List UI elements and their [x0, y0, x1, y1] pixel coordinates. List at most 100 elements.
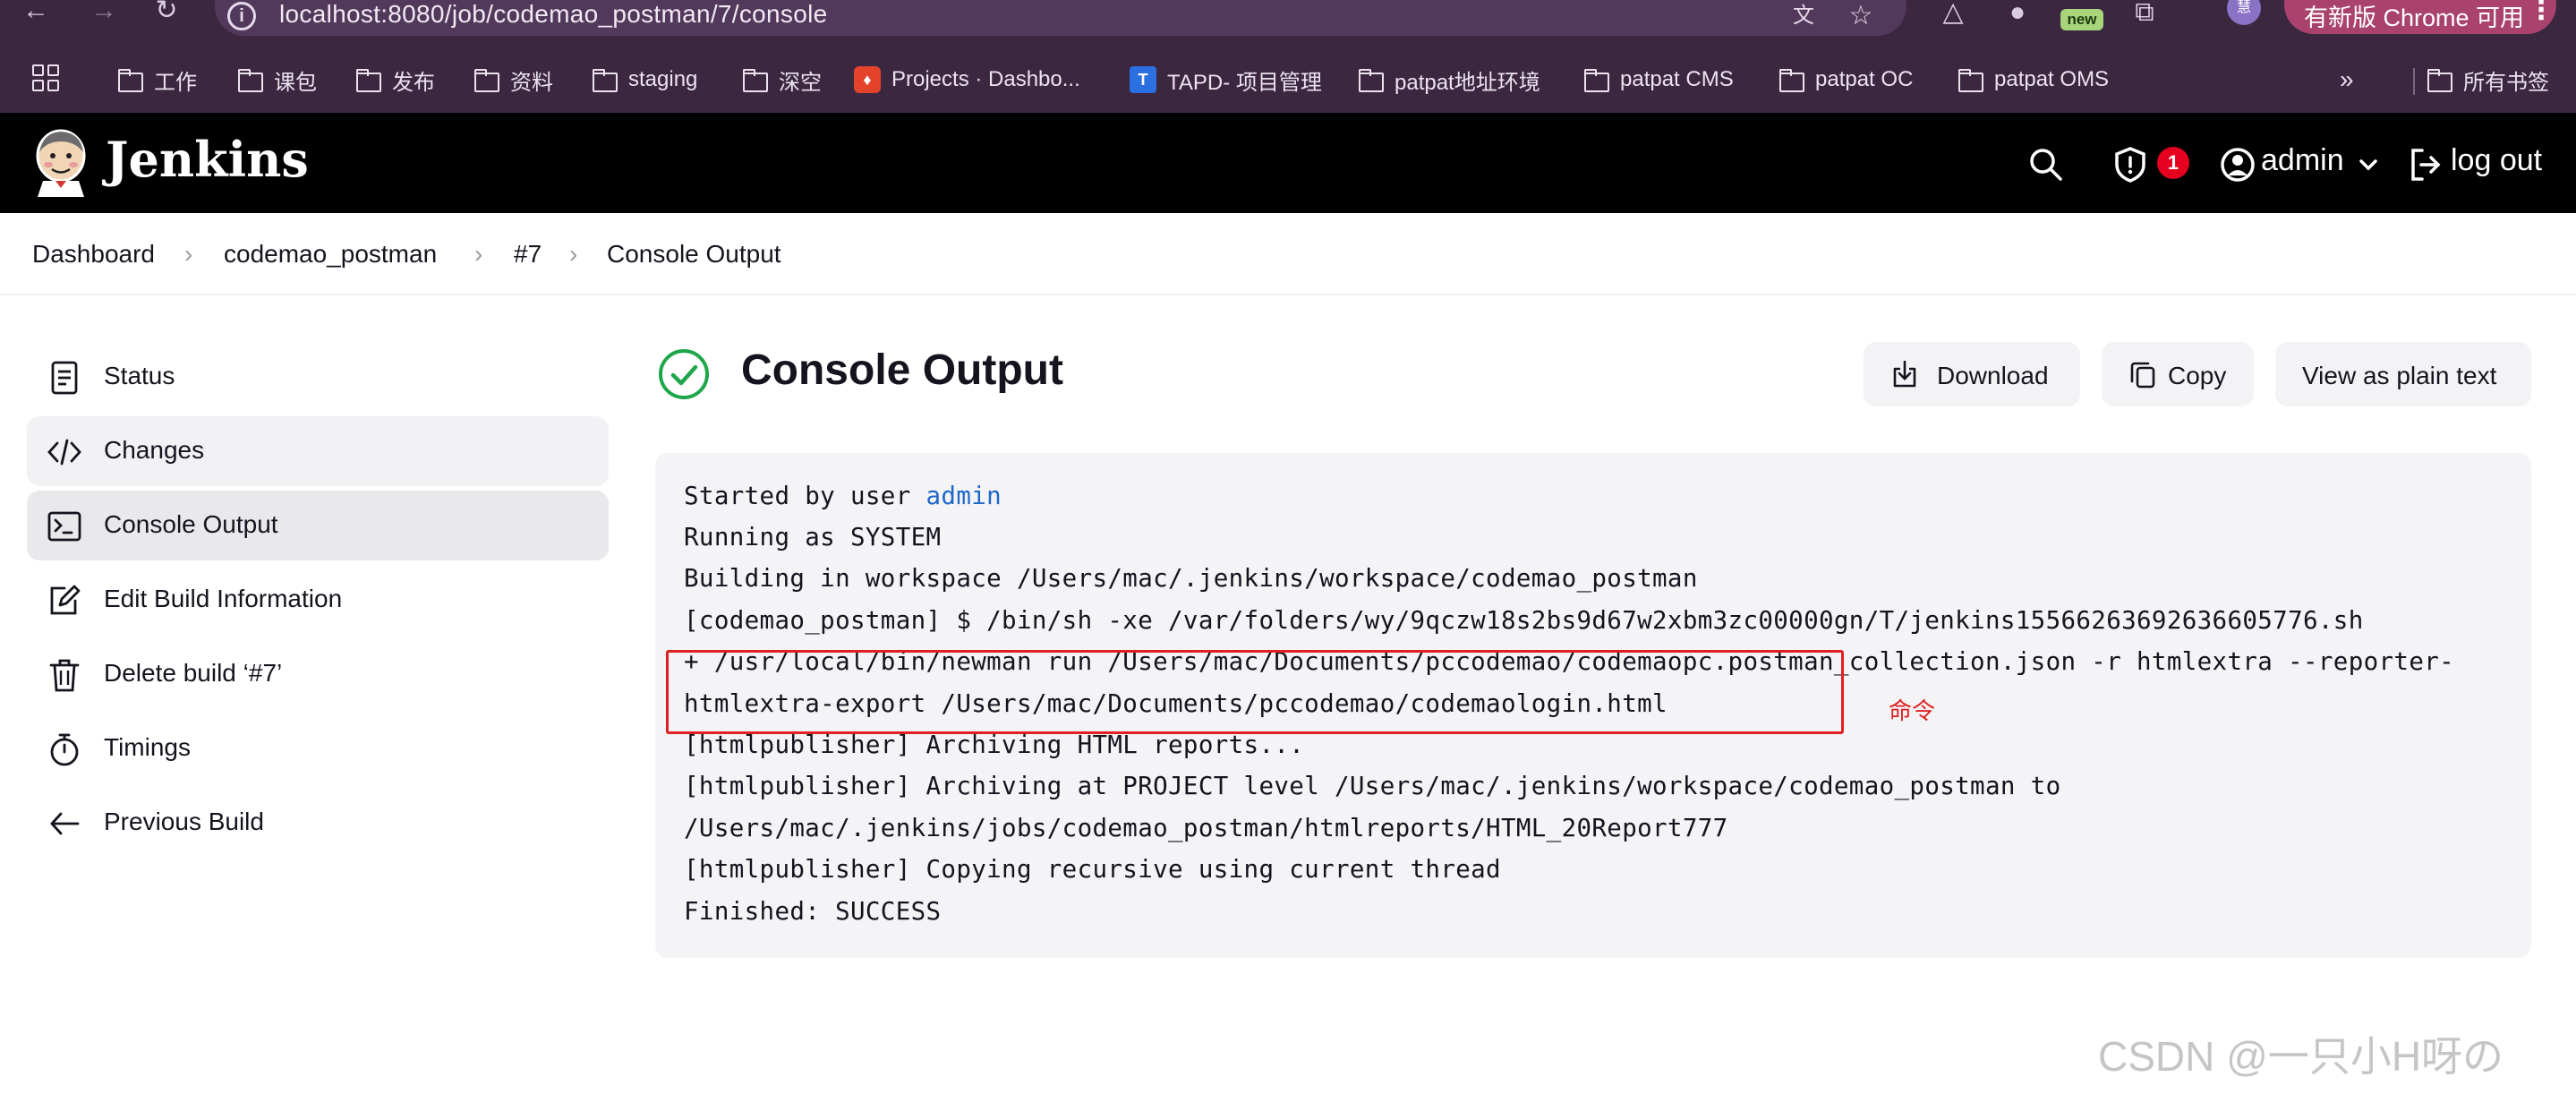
kebab-menu-icon[interactable]: ⋮	[2528, 0, 2555, 26]
user-icon[interactable]	[2218, 145, 2257, 184]
all-bookmarks[interactable]: 所有书签	[2426, 64, 2549, 95]
back-arrow-icon[interactable]: ←	[18, 0, 54, 30]
chevron-right-icon: ›	[569, 240, 578, 268]
sidebar-item-edit-build-information[interactable]: Edit Build Information	[27, 565, 609, 635]
bookmark-folder[interactable]: staging	[591, 64, 697, 95]
bookmark-gitlab[interactable]: ♦ Projects · Dashbo...	[854, 64, 1080, 95]
bookmark-star-icon[interactable]: ☆	[1846, 2, 1876, 32]
browser-chrome: ← → ↻ i localhost:8080/job/codemao_postm…	[0, 0, 2576, 113]
reload-icon[interactable]: ↻	[149, 0, 184, 30]
edit-icon	[50, 585, 81, 615]
bookmarks-bar: 工作 课包 发布 资料 staging 深空 ♦ Projects · Dashb…	[0, 52, 2576, 106]
logout-link[interactable]: log out	[2451, 143, 2542, 178]
sidebar-item-status[interactable]: Status	[27, 342, 609, 412]
code-icon	[47, 439, 81, 466]
folder-icon	[2426, 69, 2452, 92]
chevron-right-icon: ›	[184, 240, 193, 268]
folder-icon	[1357, 69, 1384, 92]
extension-triangle-icon[interactable]: △	[1933, 0, 1973, 34]
jenkins-brand[interactable]: Jenkins	[106, 131, 309, 188]
command-annotation: 命令	[1889, 697, 1936, 724]
bookmark-folder[interactable]: 深空	[741, 64, 822, 95]
jenkins-logo-icon[interactable]	[32, 129, 90, 197]
shield-icon[interactable]	[2111, 145, 2150, 184]
folder-icon	[591, 69, 618, 92]
download-label: Download	[1937, 362, 2049, 389]
folder-icon	[354, 69, 381, 92]
status-document-icon	[51, 361, 78, 395]
bookmark-folder[interactable]: patpat CMS	[1582, 64, 1734, 95]
view-plain-text-button[interactable]: View as plain text	[2275, 342, 2531, 406]
bookmark-folder[interactable]: 工作	[116, 64, 197, 95]
sidebar-item-label: Changes	[104, 436, 205, 464]
folder-icon	[1957, 69, 1983, 92]
console-line: [htmlpublisher] Archiving at PROJECT lev…	[684, 772, 2061, 800]
console-line: Started by user admin	[684, 482, 1002, 510]
bookmark-folder[interactable]: 课包	[236, 64, 317, 95]
translate-icon[interactable]: 文	[1788, 2, 1819, 32]
tapd-icon: T	[1130, 66, 1156, 93]
folder-icon	[1582, 69, 1609, 92]
bookmark-folder[interactable]: patpat地址环境	[1357, 64, 1540, 95]
sidebar-item-label: Delete build ‘#7’	[104, 659, 283, 687]
bookmark-folder[interactable]: patpat OMS	[1957, 64, 2109, 95]
logout-icon[interactable]	[2406, 145, 2445, 184]
folder-icon	[741, 69, 768, 92]
console-line: /Users/mac/.jenkins/jobs/codemao_postman…	[684, 814, 1728, 842]
folder-icon	[236, 69, 263, 92]
sidebar-item-timings[interactable]: Timings	[27, 714, 609, 783]
bookmark-folder[interactable]: 资料	[473, 64, 553, 95]
sidebar-item-label: Edit Build Information	[104, 585, 343, 612]
extension-g-icon[interactable]: ●	[1998, 0, 2037, 34]
bookmark-folder[interactable]: 发布	[354, 64, 435, 95]
new-badge: new	[2060, 9, 2103, 30]
console-line: Running as SYSTEM	[684, 523, 942, 551]
console-line: [htmlpublisher] Archiving HTML reports..…	[684, 731, 1305, 759]
stopwatch-icon	[50, 733, 79, 766]
download-button[interactable]: Download	[1864, 342, 2080, 406]
security-alert-badge[interactable]: 1	[2157, 147, 2189, 179]
chevron-right-icon: ›	[474, 240, 483, 268]
sidebar-item-console-output[interactable]: Console Output	[27, 491, 609, 560]
sidebar-item-delete-build[interactable]: Delete build ‘#7’	[27, 639, 609, 709]
jenkins-header: Jenkins 1 admin log out	[0, 113, 2576, 213]
breadcrumb-dashboard[interactable]: Dashboard	[32, 240, 155, 269]
copy-button[interactable]: Copy	[2102, 342, 2254, 406]
copy-label: Copy	[2168, 362, 2227, 389]
chevron-down-icon[interactable]	[2356, 152, 2381, 177]
address-bar[interactable]: i localhost:8080/job/codemao_postman/7/c…	[215, 0, 1906, 36]
terminal-icon	[47, 511, 81, 542]
page-title: Console Output	[741, 346, 1063, 394]
success-check-icon	[659, 349, 709, 399]
folder-icon	[116, 69, 143, 92]
user-link-admin[interactable]: admin	[926, 482, 1002, 510]
address-url[interactable]: localhost:8080/job/codemao_postman/7/con…	[279, 0, 828, 29]
sidebar-item-label: Console Output	[104, 510, 278, 538]
apps-grid-icon[interactable]	[32, 64, 59, 91]
bookmarks-overflow-icon[interactable]: »	[2340, 64, 2354, 95]
forward-arrow-icon[interactable]: →	[86, 0, 122, 30]
user-menu[interactable]: admin	[2261, 143, 2344, 178]
bookmark-folder[interactable]: patpat OC	[1778, 64, 1913, 95]
chrome-update-label: 有新版 Chrome 可用	[2304, 4, 2525, 31]
browser-toolbar: ← → ↻ i localhost:8080/job/codemao_postm…	[0, 0, 2576, 38]
bookmark-tapd[interactable]: T TAPD- 项目管理	[1130, 64, 1322, 95]
site-info-icon[interactable]: i	[227, 2, 256, 30]
breadcrumb: Dashboard › codemao_postman › #7 › Conso…	[0, 213, 2576, 295]
sidebar-item-changes[interactable]: Changes	[27, 416, 609, 486]
extensions-puzzle-icon[interactable]: ⧉	[2125, 0, 2164, 34]
folder-icon	[1778, 69, 1804, 92]
breadcrumb-build[interactable]: #7	[514, 240, 542, 269]
chrome-update-button[interactable]: 有新版 Chrome 可用 ⋮	[2284, 0, 2556, 34]
console-line: Finished: SUCCESS	[684, 897, 942, 926]
copy-icon	[2130, 362, 2155, 389]
sidebar-item-label: Previous Build	[104, 808, 264, 835]
search-icon[interactable]	[2026, 145, 2066, 184]
profile-avatar[interactable]: 慧	[2227, 0, 2261, 25]
breadcrumb-console-output[interactable]: Console Output	[607, 240, 781, 269]
sidebar-item-label: Status	[104, 362, 175, 389]
console-line: [htmlpublisher] Copying recursive using …	[684, 855, 1501, 884]
breadcrumb-job[interactable]: codemao_postman	[224, 240, 437, 269]
console-line: Building in workspace /Users/mac/.jenkin…	[684, 564, 1698, 593]
sidebar-item-previous-build[interactable]: Previous Build	[27, 788, 609, 858]
